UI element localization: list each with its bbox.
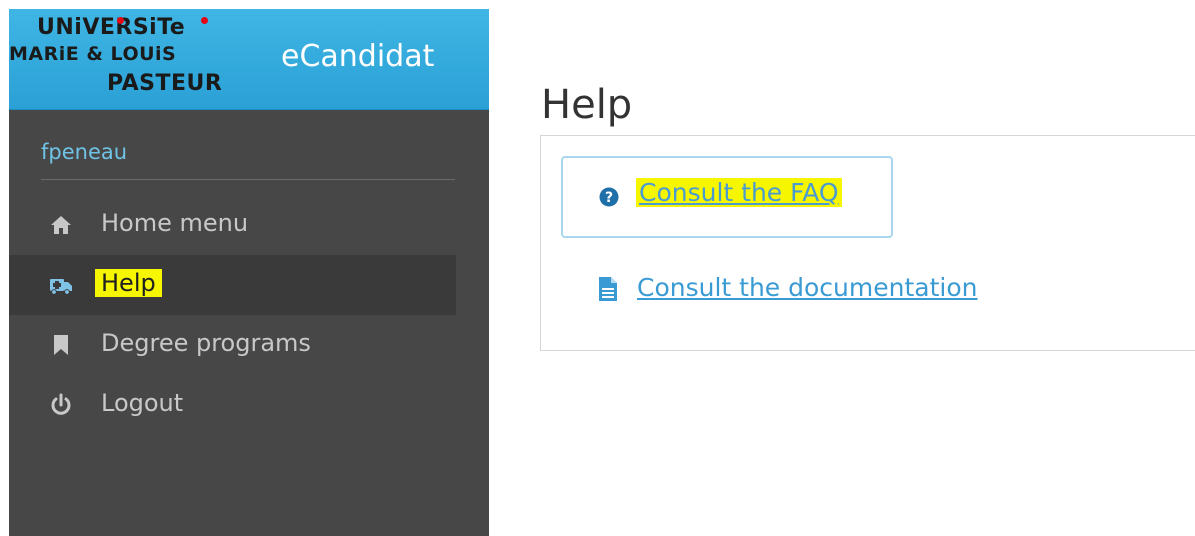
question-circle-icon: ? [599,187,619,207]
faq-link[interactable]: Consult the FAQ [636,178,842,207]
page-title: Help [541,81,633,128]
sidebar-item-label: Home menu [101,209,249,237]
main-content: Help ? Consult the FAQ Consult the docum… [489,9,1195,536]
bookmark-icon [54,335,68,355]
logo-dot [201,17,208,24]
sidebar-item-label: Help [95,269,162,297]
sidebar-item-help[interactable]: Help [9,255,456,315]
home-icon [51,216,71,234]
help-panel: ? Consult the FAQ Consult the documentat… [540,135,1195,351]
logo-line-3: PASTEUR [107,71,223,96]
logo-dot [117,17,124,24]
sidebar-item-label: Degree programs [101,329,311,357]
window-frame-left [0,0,9,536]
university-logo[interactable]: UNiVERSiTe MARiE & LOUiS PASTEUR [9,13,269,105]
sidebar-item-label: Logout [101,389,184,417]
divider [41,179,455,180]
sidebar-item-logout[interactable]: Logout [9,375,456,435]
app-title[interactable]: eCandidat [281,39,434,74]
ambulance-icon [50,279,72,295]
window-frame-top [0,0,1195,9]
power-icon [51,393,71,415]
document-icon [599,277,617,301]
faq-link-box[interactable]: ? Consult the FAQ [561,156,893,238]
brand-header: UNiVERSiTe MARiE & LOUiS PASTEUR eCandid… [9,9,489,110]
svg-text:?: ? [605,190,613,206]
logo-line-1: UNiVERSiTe [37,15,186,40]
documentation-link[interactable]: Consult the documentation [637,273,977,302]
help-label-highlight: Help [95,269,162,297]
sidebar-item-degree-programs[interactable]: Degree programs [9,315,456,375]
sidebar-item-home[interactable]: Home menu [9,195,456,255]
sidebar: UNiVERSiTe MARiE & LOUiS PASTEUR eCandid… [9,9,489,536]
username: fpeneau [41,140,128,164]
logo-line-2: MARiE & LOUiS [9,43,177,65]
sidebar-nav: Home menu Help Degree programs Logout [9,195,456,435]
